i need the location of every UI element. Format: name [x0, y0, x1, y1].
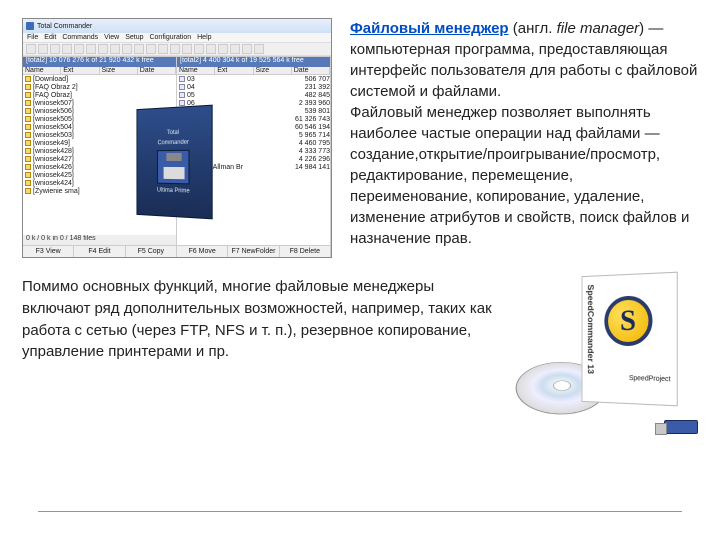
term-link[interactable]: Файловый менеджер [350, 20, 509, 37]
list-item: [wniosek507] [23, 99, 176, 107]
list-item: [FAQ Obraz] [23, 91, 176, 99]
speedcommander-logo [604, 295, 652, 346]
list-item: [FAQ Obraz 2] [23, 83, 176, 91]
list-item: 05482 845 [177, 91, 330, 99]
file-manager-screenshot: Total Commander File Edit Commands View … [22, 18, 332, 258]
list-item: [Download] [23, 75, 176, 83]
additional-features-text: Помимо основных функций, многие файловые… [22, 276, 492, 363]
app-icon [26, 22, 34, 30]
toolbar [23, 43, 331, 56]
function-key-bar: F3 View F4 Edit F5 Copy F6 Move F7 NewFo… [23, 245, 331, 257]
floppy-icon [157, 150, 189, 185]
definition-paragraph: Файловый менеджер (англ. file manager) —… [350, 18, 698, 258]
window-title: Total Commander [37, 23, 92, 30]
usb-stick [664, 420, 698, 434]
operations-text: Файловый менеджер позволяет выполнять на… [350, 104, 689, 247]
horizontal-rule [38, 511, 682, 512]
list-item: 03506 707 [177, 75, 330, 83]
product-box-art: Total Commander Ultima Prime [136, 105, 212, 220]
list-item: 04231 392 [177, 83, 330, 91]
speedcommander-product-image: SpeedCommander 13 SpeedProject [508, 266, 708, 436]
menu-bar: File Edit Commands View Setup Configurat… [23, 33, 331, 43]
